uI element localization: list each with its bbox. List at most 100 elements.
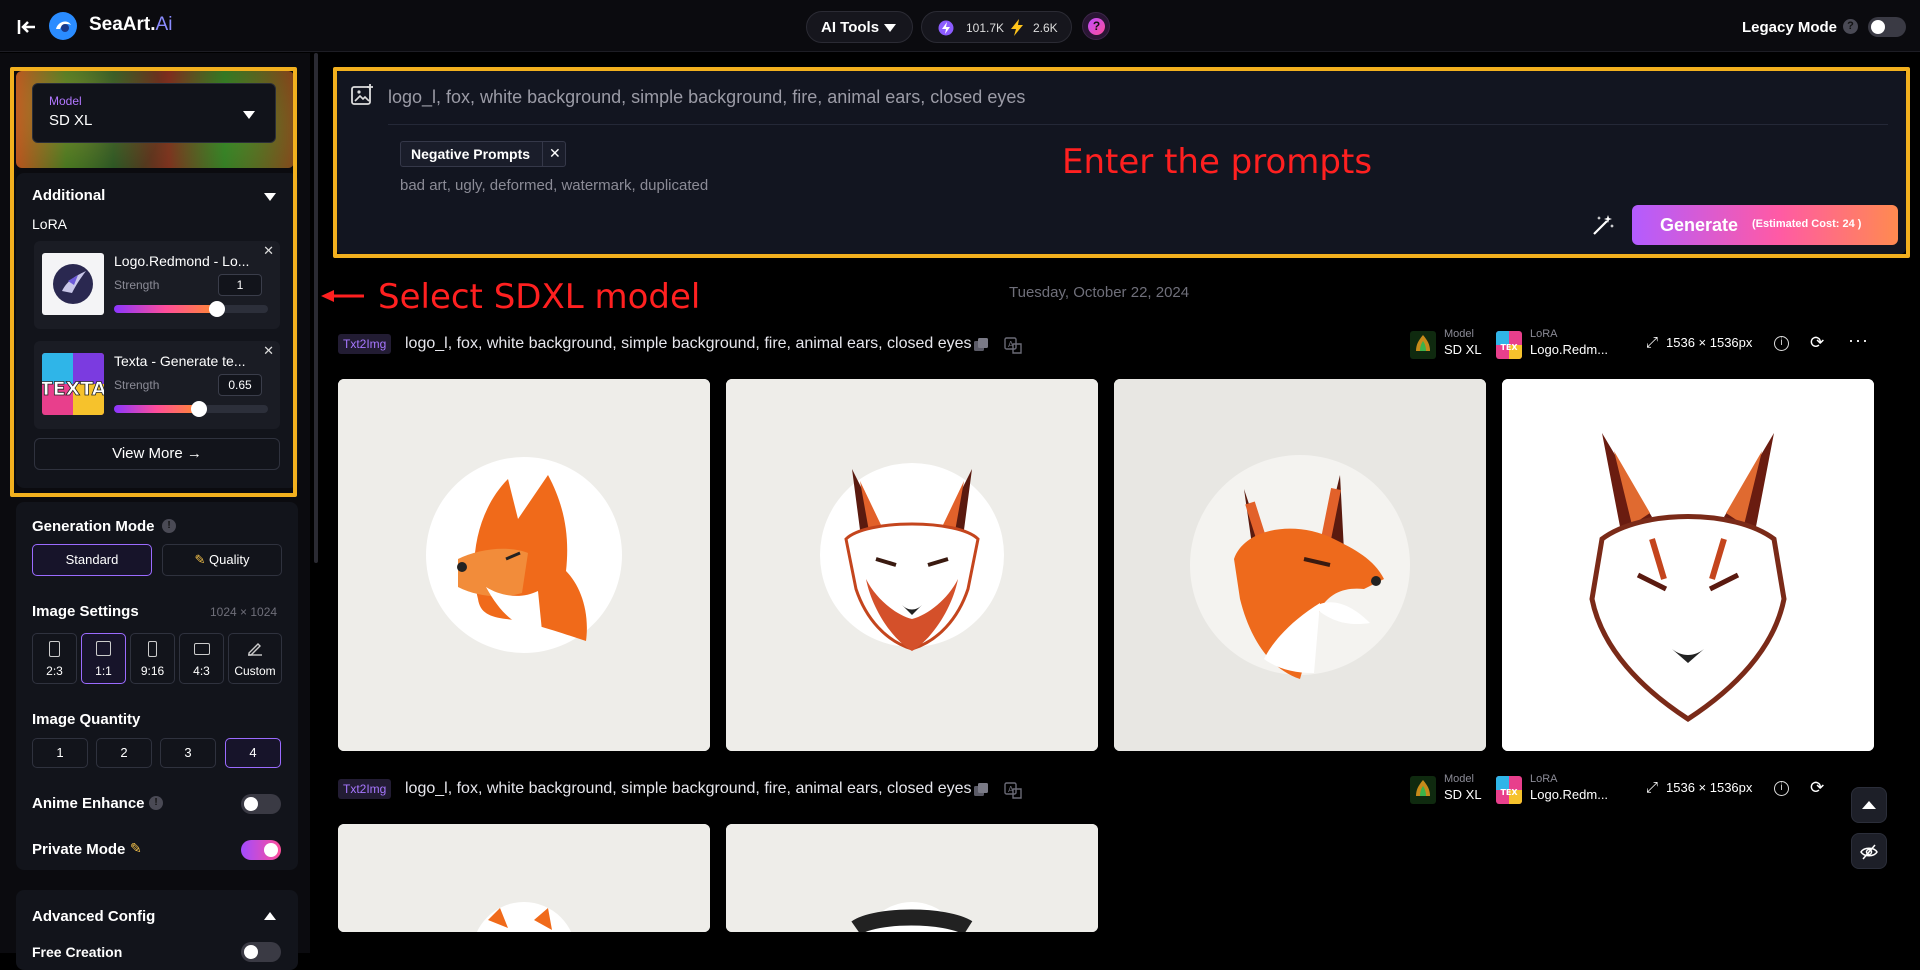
ratio-shape-icon [49,641,60,657]
model-meta-label: Model [1444,328,1474,340]
info-icon[interactable]: ? [1843,19,1858,34]
task-header: Txt2Img logo_l, fox, white background, s… [338,328,1878,359]
credits-display[interactable]: 101.7K 2.6K [921,11,1072,43]
ratio-custom-button[interactable]: Custom [228,633,282,684]
generated-image[interactable] [1502,379,1874,751]
private-mode-label: Private Mode [32,841,126,858]
back-icon[interactable] [16,16,38,38]
svg-text:TEX: TEX [1500,788,1518,797]
image-to-prompt-icon[interactable]: A [1004,336,1022,354]
premium-icon: ✎ [130,840,142,856]
generated-image[interactable] [726,379,1098,751]
task-header: Txt2Img logo_l, fox, white background, s… [338,773,1878,804]
resolution: 1536 × 1536px [1666,780,1753,795]
mode-standard-button[interactable]: Standard [32,544,152,576]
hide-button[interactable] [1851,833,1887,869]
expand-icon: ⤢ [1646,334,1659,351]
red-arrow-icon [320,288,365,304]
free-creation-toggle[interactable] [241,942,281,962]
ai-tools-dropdown[interactable]: AI Tools [806,11,913,43]
model-meta-value: SD XL [1444,342,1482,357]
quantity-4-button[interactable]: 4 [225,738,281,768]
energy-value: 2.6K [1033,21,1058,35]
resolution: 1536 × 1536px [1666,335,1753,350]
quantity-3-button[interactable]: 3 [160,738,216,768]
model-thumbnail [1410,776,1436,804]
generated-image[interactable] [726,824,1098,932]
chevron-up-icon [1862,801,1876,809]
stamina-value: 101.7K [966,21,1005,35]
mode-quality-button[interactable]: ✎ Quality [162,544,282,576]
generated-image[interactable] [338,824,710,932]
info-icon[interactable]: ! [149,796,163,810]
ratio-shape-icon [148,641,157,657]
ratio-4-3-button[interactable]: 4:3 [179,633,224,684]
advanced-config-title: Advanced Config [32,908,156,925]
expand-icon[interactable] [264,912,276,920]
image-quantity-title: Image Quantity [32,711,141,728]
ai-tools-label: AI Tools [821,19,880,36]
annotation-prompt-note: Enter the prompts [1062,142,1373,182]
model-thumbnail [1410,331,1436,359]
brand-name[interactable]: SeaArt.Ai [89,14,172,36]
generation-mode-title: Generation Mode [32,518,155,535]
generated-image[interactable] [338,379,710,751]
toggle-knob [1871,20,1885,34]
toggle-knob [244,945,258,959]
help-button[interactable]: ? [1082,12,1110,40]
top-bar: SeaArt.Ai AI Tools 101.7K 2.6K ? Legacy … [0,0,1920,52]
expand-icon: ⤢ [1646,779,1659,796]
anime-enhance-label: Anime Enhance [32,795,145,812]
ratio-shape-icon [96,641,111,656]
lora-thumbnail: TEX [1496,331,1522,359]
chevron-down-icon [884,24,896,32]
info-icon[interactable]: ! [162,519,176,533]
task-prompt[interactable]: logo_l, fox, white background, simple ba… [405,780,972,798]
regenerate-icon[interactable]: ⟳ [1810,778,1824,798]
more-icon[interactable]: ··· [1848,330,1869,351]
annotation-box-model [10,67,297,497]
info-icon[interactable]: i [1774,781,1789,796]
lora-meta-label: LoRA [1530,328,1558,340]
model-meta-value: SD XL [1444,787,1482,802]
sidebar-scrollbar[interactable] [314,53,318,563]
ratio-shape-icon [193,643,210,655]
scroll-top-button[interactable] [1851,787,1887,823]
stamina-icon [938,20,954,36]
quality-icon: ✎ [194,552,206,567]
ratio-2-3-button[interactable]: 2:3 [32,633,77,684]
edit-icon [246,640,264,656]
lora-meta-label: LoRA [1530,773,1558,785]
ratio-1-1-button[interactable]: 1:1 [81,633,126,684]
lora-meta-value: Logo.Redm... [1530,342,1609,357]
generated-image[interactable] [1114,379,1486,751]
svg-text:A: A [1008,785,1014,794]
image-to-prompt-icon[interactable]: A [1004,781,1022,799]
copy-icon[interactable] [972,781,990,799]
legacy-mode-label: Legacy Mode [1742,19,1838,36]
svg-text:A: A [1008,340,1014,349]
image-settings-title: Image Settings [32,603,139,620]
generation-panel: Generation Mode ! Standard ✎ Quality Ima… [16,502,298,870]
private-mode-toggle[interactable] [241,840,281,860]
eye-off-icon [1860,843,1878,861]
free-creation-label: Free Creation [32,944,123,960]
image-dimensions: 1024 × 1024 [210,605,278,619]
task-type-badge: Txt2Img [338,779,392,799]
regenerate-icon[interactable]: ⟳ [1810,333,1824,353]
info-icon[interactable]: i [1774,336,1789,351]
toggle-knob [264,843,278,857]
model-meta-label: Model [1444,773,1474,785]
anime-enhance-toggle[interactable] [241,794,281,814]
svg-text:TEX: TEX [1500,343,1518,352]
seaart-logo-icon [48,11,78,41]
lightning-icon [1010,19,1024,36]
toggle-knob [244,797,258,811]
quantity-2-button[interactable]: 2 [96,738,152,768]
legacy-mode-toggle[interactable] [1868,17,1906,37]
copy-icon[interactable] [972,336,990,354]
quantity-1-button[interactable]: 1 [32,738,88,768]
ratio-9-16-button[interactable]: 9:16 [130,633,175,684]
annotation-model-note: Select SDXL model [378,277,701,317]
task-prompt[interactable]: logo_l, fox, white background, simple ba… [405,335,972,353]
